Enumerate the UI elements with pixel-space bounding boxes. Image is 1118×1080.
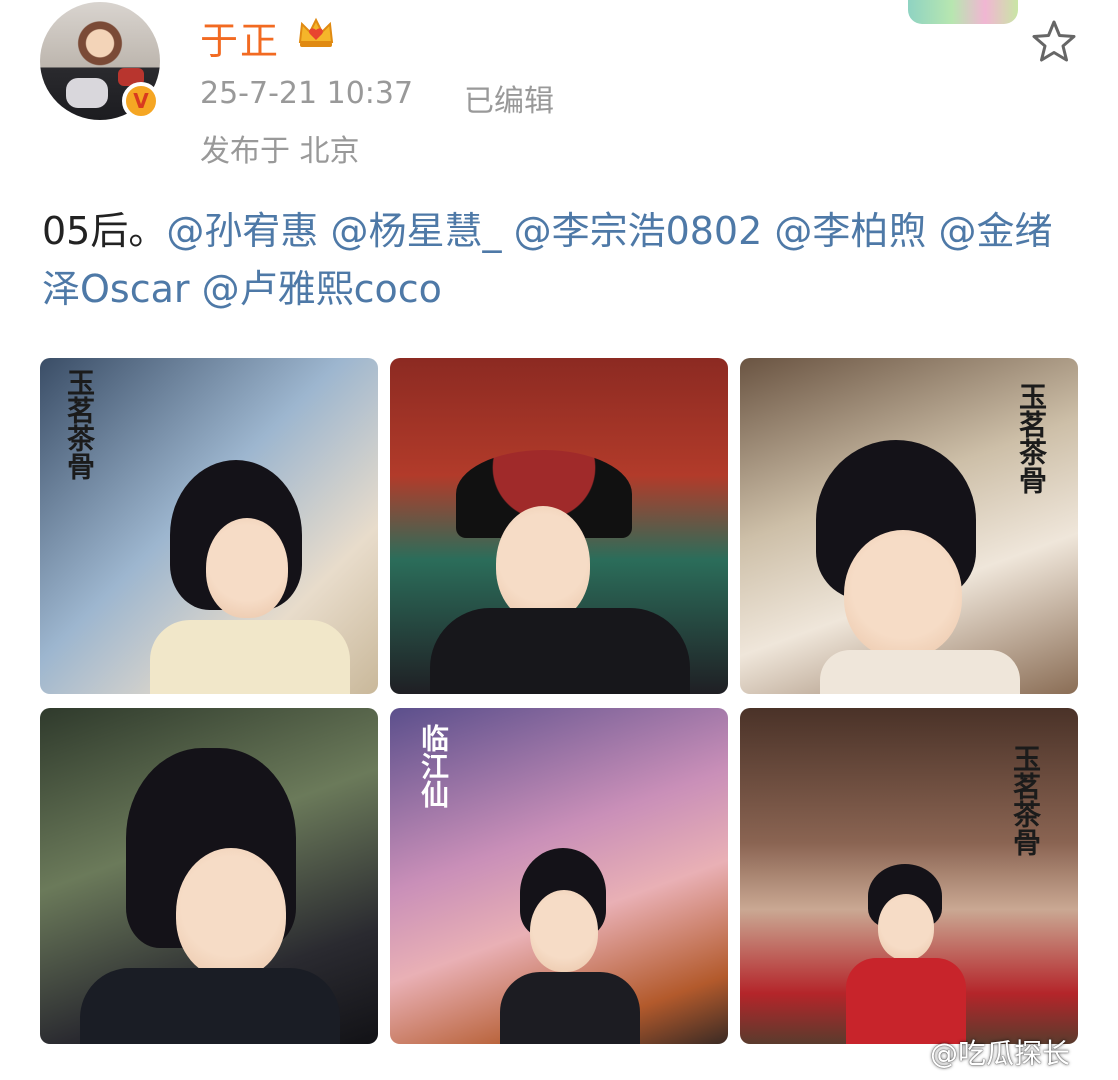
photo-title: 临江仙: [417, 724, 450, 808]
photo-3[interactable]: 玉茗茶骨: [740, 358, 1078, 694]
photo-5[interactable]: 临江仙: [390, 708, 728, 1044]
photo-title: 玉茗茶骨: [1009, 744, 1042, 856]
figure-face: [496, 506, 590, 622]
favorite-star-icon[interactable]: [1028, 16, 1080, 68]
figure-robe: [820, 650, 1020, 694]
figure-robe: [80, 968, 340, 1044]
figure-robe: [150, 620, 350, 694]
crown-icon: [298, 17, 334, 47]
decoration-sticker: [908, 0, 1018, 24]
figure-face: [176, 848, 286, 978]
figure-face: [878, 894, 934, 960]
photo-title: 玉茗茶骨: [1015, 382, 1048, 494]
edited-label[interactable]: 已编辑: [464, 76, 554, 120]
mention-link[interactable]: @李宗浩0802: [514, 209, 763, 253]
post-prefix: 05后。: [42, 209, 167, 253]
verified-badge-icon: V: [122, 82, 160, 120]
watermark: @吃瓜探长: [930, 1037, 1071, 1070]
mention-link[interactable]: @李柏煦: [774, 209, 926, 253]
mention-link[interactable]: @卢雅熙coco: [202, 267, 442, 311]
mention-link[interactable]: @杨星慧_: [330, 209, 501, 253]
avatar-shoe: [66, 78, 108, 108]
figure-face: [530, 890, 598, 972]
photo-2[interactable]: [390, 358, 728, 694]
photo-title: 玉茗茶骨: [63, 368, 96, 480]
figure-robe: [430, 608, 690, 694]
post-location: 发布于 北京: [200, 134, 360, 169]
figure-face: [844, 530, 962, 658]
figure-robe: [500, 972, 640, 1044]
username[interactable]: 于正: [200, 10, 280, 65]
photo-6[interactable]: 玉茗茶骨: [740, 708, 1078, 1044]
photo-1[interactable]: 玉茗茶骨: [40, 358, 378, 694]
post-time: 25-7-21 10:37: [200, 76, 414, 111]
figure-face: [206, 518, 288, 618]
photo-4[interactable]: [40, 708, 378, 1044]
mention-link[interactable]: @孙宥惠: [166, 209, 318, 253]
post-text: 05后。@孙宥惠 @杨星慧_ @李宗浩0802 @李柏煦 @金绪泽Oscar @…: [42, 202, 1082, 318]
